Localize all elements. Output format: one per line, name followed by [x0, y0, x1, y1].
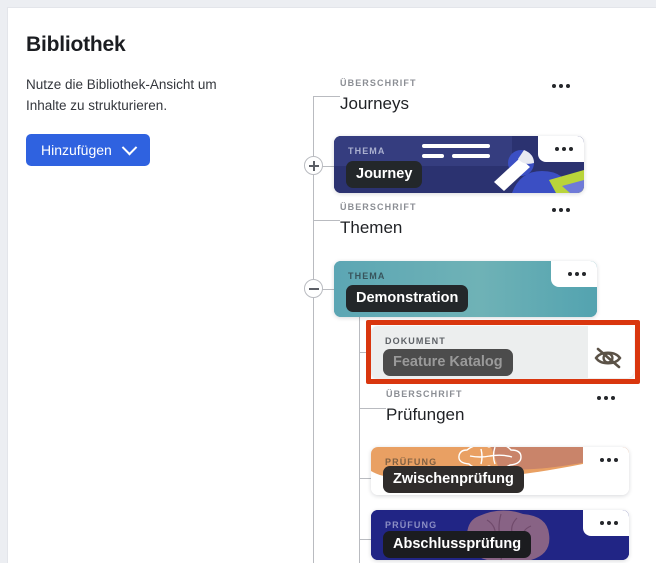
- node-kicker: THEMA: [348, 271, 386, 281]
- node-kicker: ÜBERSCHRIFT: [386, 389, 463, 399]
- page-title: Bibliothek: [26, 33, 126, 56]
- chevron-down-icon: [121, 139, 138, 155]
- node-kicker: PRÜFUNG: [385, 520, 438, 530]
- more-options-icon[interactable]: [600, 521, 618, 525]
- tree-connector-pruefungen: [359, 408, 386, 409]
- tree-heading-themen[interactable]: ÜBERSCHRIFT Themen: [340, 202, 623, 238]
- add-button[interactable]: Hinzufügen: [26, 134, 150, 166]
- eye-off-icon[interactable]: [594, 347, 622, 369]
- tree-heading-journeys[interactable]: ÜBERSCHRIFT Journeys: [340, 78, 623, 114]
- node-kicker: ÜBERSCHRIFT: [340, 202, 417, 212]
- node-title: Journeys: [340, 94, 409, 113]
- node-kicker: THEMA: [348, 146, 386, 156]
- card-menu-notch: [583, 510, 629, 536]
- node-title: Abschlussprüfung: [383, 531, 532, 558]
- tree-card-document-feature-katalog[interactable]: DOKUMENT Feature Katalog: [371, 326, 634, 378]
- node-title: Demonstration: [346, 285, 469, 312]
- tree-branch-line: [359, 296, 360, 563]
- tree-connector-journeys: [313, 96, 340, 97]
- more-options-icon[interactable]: [597, 396, 615, 400]
- page-description: Nutze die Bibliothek-Ansicht um Inhalte …: [26, 77, 217, 113]
- tree-card-journey[interactable]: THEMA Journey: [334, 136, 584, 193]
- library-info-panel: Bibliothek Nutze die Bibliothek-Ansicht …: [8, 8, 298, 563]
- more-options-icon[interactable]: [600, 458, 618, 462]
- node-title: Journey: [346, 161, 423, 188]
- tree-card-zwischenpruefung[interactable]: PRÜFUNG Zwischenprüfung: [371, 447, 629, 495]
- content-tree: ÜBERSCHRIFT Journeys THEMA Journey ÜBERS…: [298, 8, 656, 563]
- tree-heading-pruefungen[interactable]: ÜBERSCHRIFT Prüfungen: [386, 389, 626, 425]
- node-kicker: ÜBERSCHRIFT: [340, 78, 417, 88]
- add-button-label: Hinzufügen: [41, 142, 112, 158]
- library-view: Bibliothek Nutze die Bibliothek-Ansicht …: [7, 7, 656, 563]
- card-menu-notch: [538, 136, 584, 162]
- node-title: Prüfungen: [386, 405, 465, 424]
- expand-plus-icon[interactable]: [304, 156, 323, 175]
- more-options-icon[interactable]: [552, 208, 570, 212]
- card-menu-notch: [583, 447, 629, 473]
- tree-card-demonstration[interactable]: THEMA Demonstration: [334, 261, 597, 317]
- more-options-icon[interactable]: [552, 84, 570, 88]
- more-options-icon[interactable]: [555, 147, 573, 151]
- card-menu-notch: [551, 261, 597, 287]
- collapse-minus-icon[interactable]: [304, 279, 323, 298]
- node-kicker: DOKUMENT: [385, 336, 446, 346]
- node-title: Themen: [340, 218, 403, 237]
- node-title: Feature Katalog: [383, 349, 513, 376]
- node-title: Zwischenprüfung: [383, 466, 524, 493]
- more-options-icon[interactable]: [568, 272, 586, 276]
- tree-connector-themen: [313, 220, 340, 221]
- tree-card-abschlusspruefung[interactable]: PRÜFUNG Abschlussprüfung: [371, 510, 629, 560]
